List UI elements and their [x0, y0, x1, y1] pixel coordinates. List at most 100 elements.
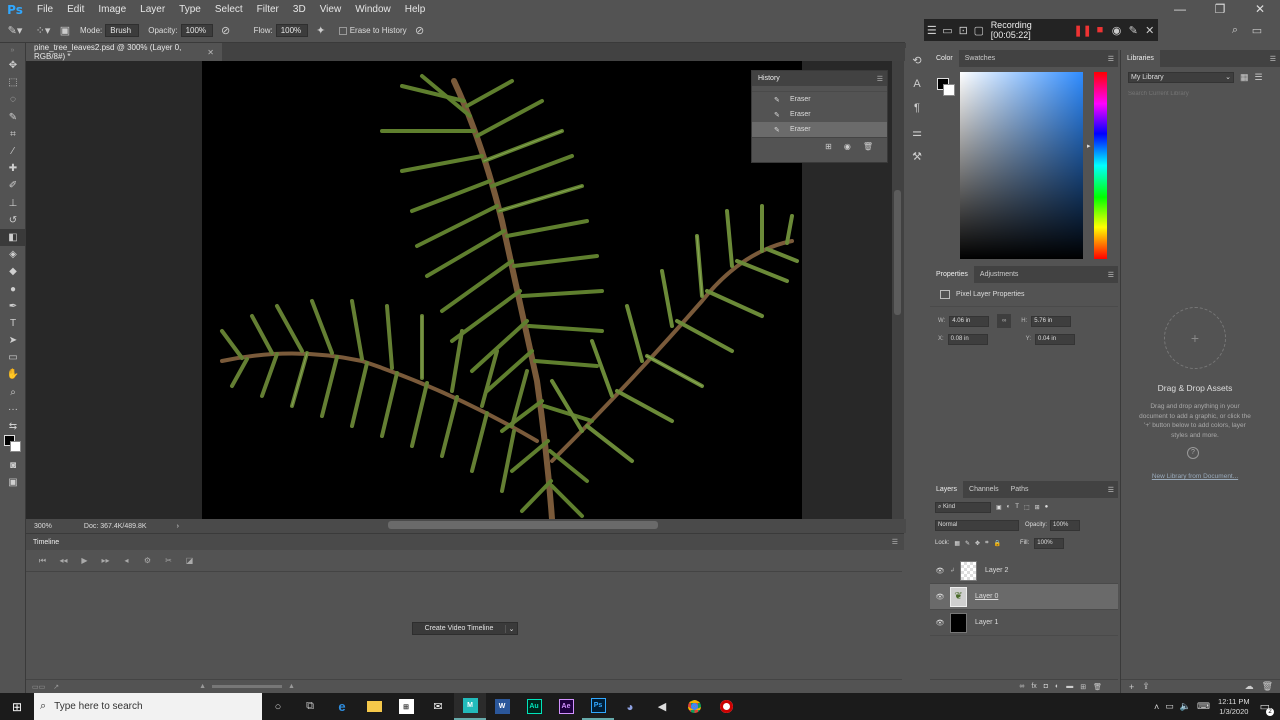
marquee-tool-icon[interactable]: ⬚: [0, 74, 26, 91]
prev-frame-icon[interactable]: ◂◂: [53, 556, 74, 565]
background-color[interactable]: [10, 441, 21, 453]
cloud-sync-icon[interactable]: ☁: [1245, 681, 1254, 692]
visibility-eye-icon[interactable]: 👁: [930, 567, 950, 575]
lock-transparent-icon[interactable]: ▦: [954, 540, 960, 547]
adjust-panel-icon[interactable]: ⚌: [905, 120, 929, 144]
filter-type-icon[interactable]: T: [1015, 504, 1019, 510]
crop-tool-icon[interactable]: ⌗: [0, 126, 26, 143]
tab-layers[interactable]: Layers: [930, 481, 964, 498]
vertical-scroll-thumb[interactable]: [894, 190, 901, 315]
transition-icon[interactable]: ◪: [179, 556, 200, 565]
grid-view-icon[interactable]: ▦: [1240, 72, 1249, 83]
zoom-tool-icon[interactable]: ⌕: [0, 384, 26, 401]
brush-size-icon[interactable]: ⁘▾: [30, 24, 56, 37]
pressure-size-icon[interactable]: ⊘: [407, 24, 433, 37]
adjustment-layer-icon[interactable]: ◐: [1055, 683, 1059, 690]
layer-row[interactable]: 👁 Layer 1: [930, 610, 1118, 636]
collapse-toolbar-icon[interactable]: »: [0, 43, 25, 57]
tab-libraries[interactable]: Libraries: [1121, 50, 1160, 67]
app-m-icon[interactable]: M: [454, 693, 486, 720]
audio-icon[interactable]: ◂: [116, 556, 137, 565]
eraser-tool-icon[interactable]: ◧: [0, 228, 26, 247]
menu-view[interactable]: View: [313, 4, 349, 15]
menu-select[interactable]: Select: [208, 4, 250, 15]
visibility-eye-icon[interactable]: 👁: [930, 619, 950, 627]
document-tab[interactable]: pine_tree_leaves2.psd @ 300% (Layer 0, R…: [26, 43, 222, 61]
task-view-icon[interactable]: ⧉: [294, 693, 326, 720]
tab-channels[interactable]: Channels: [963, 481, 1005, 498]
file-explorer-icon[interactable]: [358, 693, 390, 720]
next-frame-icon[interactable]: ▸▸: [95, 556, 116, 565]
photoshop-taskbar-icon[interactable]: Ps: [582, 693, 614, 720]
play-icon[interactable]: ▶: [74, 556, 95, 565]
close-window-button[interactable]: ✕: [1240, 0, 1280, 19]
taskbar-search[interactable]: ⌕ Type here to search: [34, 693, 262, 720]
lock-position-icon[interactable]: ✥: [975, 540, 980, 547]
default-colors-icon[interactable]: ⇆: [0, 418, 26, 435]
dodge-tool-icon[interactable]: ●: [0, 280, 26, 297]
media-player-icon[interactable]: ◀: [646, 693, 678, 720]
blur-tool-icon[interactable]: ◆: [0, 263, 26, 280]
menu-help[interactable]: Help: [398, 4, 433, 15]
keyboard-icon[interactable]: ⌨: [1197, 701, 1210, 712]
color-menu-icon[interactable]: ☰: [1108, 55, 1114, 63]
network-icon[interactable]: ▭: [1165, 701, 1174, 712]
new-document-from-state-icon[interactable]: ⊞: [825, 142, 832, 151]
list-view-icon[interactable]: ☰: [1255, 72, 1263, 83]
layer-style-icon[interactable]: fx: [1031, 683, 1036, 690]
new-library-link[interactable]: New Library from Document...: [1121, 473, 1269, 480]
store-icon[interactable]: ⊞: [390, 693, 422, 720]
airbrush-icon[interactable]: ✦: [311, 24, 331, 37]
create-video-timeline-button[interactable]: Create Video Timeline ⌄: [412, 622, 518, 635]
shape-tool-icon[interactable]: ▭: [0, 349, 26, 366]
zoom-in-timeline-icon[interactable]: ▲: [288, 683, 295, 690]
flow-input[interactable]: 100%: [275, 24, 308, 37]
filter-toggle-icon[interactable]: ●: [1045, 504, 1049, 510]
minimize-button[interactable]: —: [1160, 0, 1200, 19]
add-content-icon[interactable]: +: [1129, 682, 1134, 692]
height-field[interactable]: 5.76 in: [1031, 315, 1072, 327]
pause-icon[interactable]: ❚❚: [1073, 24, 1091, 37]
pen-icon[interactable]: ✎: [1125, 24, 1142, 37]
filter-adjust-icon[interactable]: ◐: [1007, 504, 1011, 510]
add-asset-icon[interactable]: +: [1164, 307, 1226, 369]
lock-image-icon[interactable]: ✎: [965, 540, 970, 547]
library-search-input[interactable]: [1128, 88, 1268, 100]
notifications-icon[interactable]: ▭ 2: [1260, 700, 1274, 716]
healing-tool-icon[interactable]: ✚: [0, 160, 26, 177]
properties-menu-icon[interactable]: ☰: [1108, 271, 1114, 279]
cortana-icon[interactable]: ○: [262, 693, 294, 720]
windows-start-icon[interactable]: ⊞: [0, 693, 34, 720]
character-panel-icon[interactable]: A: [905, 72, 929, 96]
discord-icon[interactable]: ◕: [614, 693, 646, 720]
paragraph-panel-icon[interactable]: ¶: [905, 96, 929, 120]
split-icon[interactable]: ✂: [158, 556, 179, 565]
menu-window[interactable]: Window: [348, 4, 398, 15]
opacity-input[interactable]: 100%: [180, 24, 213, 37]
y-field[interactable]: 0.04 in: [1035, 333, 1076, 345]
pressure-opacity-icon[interactable]: ⊘: [216, 24, 236, 37]
upload-icon[interactable]: ⇪: [1142, 681, 1150, 692]
layer-row[interactable]: 👁 ↲ Layer 2: [930, 558, 1118, 584]
status-menu-icon[interactable]: ›: [177, 523, 179, 530]
zoom-out-timeline-icon[interactable]: ▲: [199, 683, 206, 690]
stop-icon[interactable]: ■: [1092, 24, 1109, 36]
filter-smart-icon[interactable]: ⊞: [1035, 504, 1040, 511]
tab-adjustments[interactable]: Adjustments: [974, 266, 1025, 283]
more-tools-icon[interactable]: ···: [0, 401, 26, 418]
history-item-selected[interactable]: ✎ Eraser: [752, 122, 887, 137]
mode-select[interactable]: Brush: [105, 24, 140, 37]
x-field[interactable]: 0.08 in: [947, 333, 988, 345]
menu-filter[interactable]: Filter: [250, 4, 286, 15]
layer-opacity-input[interactable]: 100%: [1050, 519, 1081, 531]
add-mask-icon[interactable]: ◘: [1044, 683, 1048, 690]
timeline-zoom-slider[interactable]: [212, 685, 283, 688]
delete-layer-icon[interactable]: 🗑: [1093, 683, 1102, 691]
library-delete-icon[interactable]: 🗑: [1262, 681, 1273, 692]
horizontal-scroll-thumb[interactable]: [388, 521, 658, 529]
layer-name[interactable]: Layer 1: [975, 619, 998, 626]
width-field[interactable]: 4.06 in: [949, 315, 990, 327]
color-field[interactable]: [960, 72, 1083, 259]
word-icon[interactable]: W: [486, 693, 518, 720]
libraries-menu-icon[interactable]: ☰: [1270, 55, 1276, 63]
